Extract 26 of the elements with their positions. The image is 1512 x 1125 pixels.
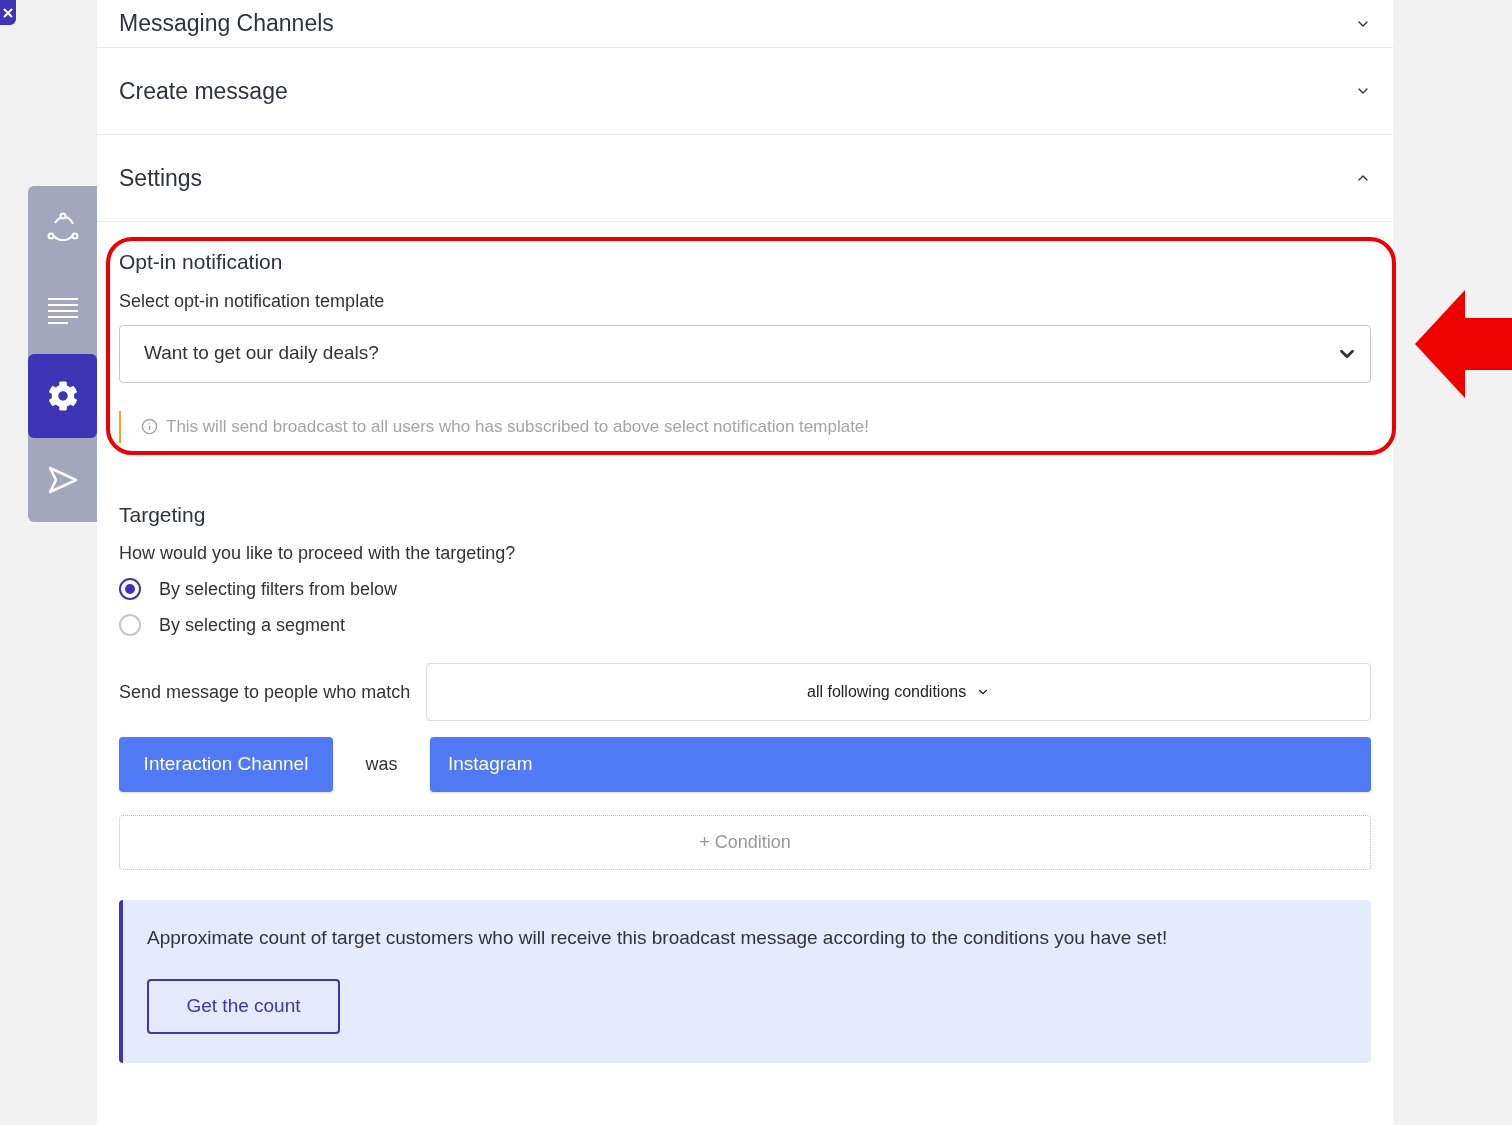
settings-icon [47, 381, 78, 411]
send-icon [46, 465, 79, 495]
radio-option[interactable]: By selecting a segment [119, 613, 1371, 637]
info-icon [141, 418, 158, 435]
radio-option[interactable]: By selecting filters from below [119, 577, 1371, 601]
operator-text: was [364, 753, 399, 776]
sidebar-item[interactable] [28, 354, 97, 438]
match-label: Send message to people who match [119, 680, 411, 704]
template-dropdown[interactable]: Want to get our daily deals? [119, 324, 1371, 383]
accordion-header[interactable]: Create message [97, 48, 1393, 135]
arrow-icon [1415, 290, 1512, 398]
field-chip[interactable]: Interaction Channel [119, 737, 333, 792]
field-label: Select opt-in notification template [119, 289, 386, 313]
question-text: How would you like to proceed with the targeting? [119, 542, 517, 565]
close-icon [3, 7, 13, 18]
section-title: Opt-in notification [119, 249, 284, 275]
radio-button[interactable] [119, 578, 141, 600]
value-chip[interactable]: Instagram [430, 737, 1371, 792]
section-title: Targeting [119, 501, 207, 528]
info-text: This will send broadcast to all users who has subscribed to above select notification template! [166, 415, 870, 438]
match-dropdown[interactable]: all following conditions [426, 663, 1371, 721]
close-button[interactable] [0, 0, 16, 25]
accordion-header[interactable]: Messaging Channels [97, 0, 1393, 48]
accordion-header[interactable]: Settings [97, 135, 1393, 222]
count-text: Approximate count of target customers who will receive this broadcast message according to the conditions you have set! [147, 926, 1168, 950]
get-count-button[interactable]: Get the count [147, 978, 340, 1034]
